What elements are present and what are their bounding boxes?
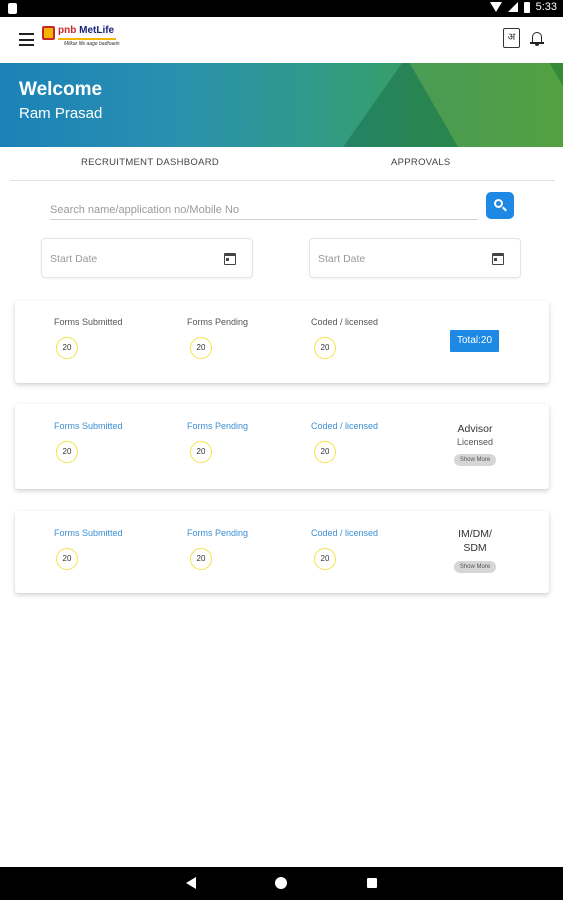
role-block: Advisor Licensed Show More xyxy=(435,422,515,466)
status-time: 5:33 xyxy=(535,1,557,13)
summary-card-advisor: Forms Submitted 20 Forms Pending 20 Code… xyxy=(15,404,549,489)
stat-forms-pending[interactable]: Forms Pending 20 xyxy=(187,528,297,570)
app-bar: pnb MetLife Milkar life aage badhaein अ xyxy=(0,17,563,62)
back-icon[interactable] xyxy=(186,877,196,889)
wifi-icon xyxy=(489,2,502,12)
count-circle: 20 xyxy=(56,337,78,359)
start-date-placeholder: Start Date xyxy=(50,253,98,265)
role-title-line2: SDM xyxy=(463,542,487,554)
home-icon[interactable] xyxy=(275,877,287,889)
total-badge: Total:20 xyxy=(450,330,499,352)
language-hindi-icon[interactable]: अ xyxy=(503,28,520,48)
count-circle: 20 xyxy=(190,441,212,463)
pnb-metlife-logo: pnb MetLife Milkar life aage badhaein xyxy=(42,25,122,53)
stat-forms-pending: Forms Pending 20 xyxy=(187,317,297,359)
search-input[interactable] xyxy=(50,200,478,220)
count-circle: 20 xyxy=(56,441,78,463)
tab-recruitment-dashboard[interactable]: RECRUITMENT DASHBOARD xyxy=(81,157,219,168)
calendar-icon xyxy=(492,253,504,265)
stat-forms-submitted[interactable]: Forms Submitted 20 xyxy=(54,421,164,463)
status-bar: 5:33 xyxy=(0,0,563,17)
logo-brand: pnb MetLife xyxy=(58,25,115,36)
sim-icon xyxy=(8,3,17,14)
stat-forms-submitted[interactable]: Forms Submitted 20 xyxy=(54,528,164,570)
calendar-icon xyxy=(224,253,236,265)
battery-icon xyxy=(523,1,530,13)
start-date-field[interactable]: Start Date xyxy=(41,238,253,278)
welcome-banner: Welcome Ram Prasad xyxy=(0,63,563,147)
tab-approvals[interactable]: APPROVALS xyxy=(391,157,451,168)
role-title-line1: IM/DM/ xyxy=(458,528,492,540)
logo-mark-icon xyxy=(42,26,55,40)
end-date-field[interactable]: Start Date xyxy=(309,238,521,278)
logo-tagline: Milkar life aage badhaein xyxy=(64,41,120,47)
recents-icon[interactable] xyxy=(367,878,377,888)
tab-bar: RECRUITMENT DASHBOARD APPROVALS xyxy=(10,147,555,181)
count-circle: 20 xyxy=(190,337,212,359)
stat-coded-licensed[interactable]: Coded / licensed 20 xyxy=(311,421,421,463)
search-button[interactable] xyxy=(486,192,514,219)
screen: 5:33 pnb MetLife Milkar life aage badhae… xyxy=(0,0,563,900)
notification-bell-icon[interactable] xyxy=(530,30,544,48)
user-name: Ram Prasad xyxy=(19,105,103,122)
count-circle: 20 xyxy=(314,548,336,570)
signal-icon xyxy=(507,2,518,12)
role-title: Advisor xyxy=(457,423,493,435)
summary-card-im-dm-sdm: Forms Submitted 20 Forms Pending 20 Code… xyxy=(15,511,549,593)
summary-card-total: Forms Submitted 20 Forms Pending 20 Code… xyxy=(15,301,549,383)
welcome-title: Welcome xyxy=(19,79,103,100)
end-date-placeholder: Start Date xyxy=(318,253,366,265)
status-icons: 5:33 xyxy=(489,1,557,13)
stat-forms-submitted: Forms Submitted 20 xyxy=(54,317,164,359)
role-subtitle: Licensed xyxy=(456,437,494,447)
system-nav-bar xyxy=(0,867,563,900)
logo-underline xyxy=(58,38,116,40)
count-circle: 20 xyxy=(56,548,78,570)
show-more-button[interactable]: Show More xyxy=(454,454,496,466)
role-block: IM/DM/ SDM Show More xyxy=(435,527,515,573)
stat-forms-pending[interactable]: Forms Pending 20 xyxy=(187,421,297,463)
menu-icon[interactable] xyxy=(19,33,34,46)
count-circle: 20 xyxy=(314,337,336,359)
show-more-button[interactable]: Show More xyxy=(454,561,496,573)
stat-coded-licensed: Coded / licensed 20 xyxy=(311,317,421,359)
count-circle: 20 xyxy=(190,548,212,570)
stat-coded-licensed[interactable]: Coded / licensed 20 xyxy=(311,528,421,570)
count-circle: 20 xyxy=(314,441,336,463)
